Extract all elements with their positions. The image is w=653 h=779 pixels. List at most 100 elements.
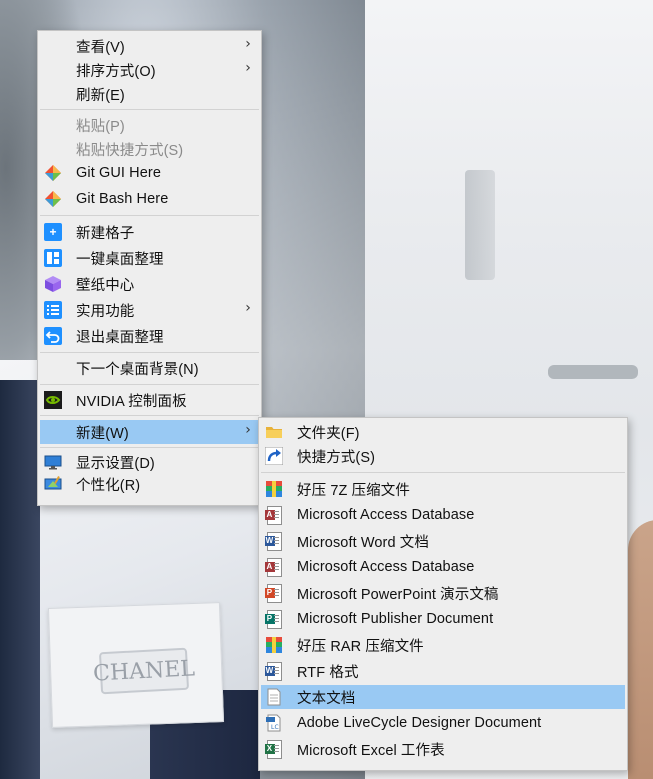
wallpaper-pocket-label: CHANEL bbox=[93, 647, 196, 695]
text-document-icon bbox=[265, 688, 283, 706]
submenu-item-label: 好压 7Z 压缩文件 bbox=[297, 482, 410, 499]
submenu-item-label: Microsoft Access Database bbox=[297, 559, 475, 575]
menu-item-new-grid[interactable]: + 新建格子 bbox=[40, 220, 259, 244]
access-icon: A bbox=[264, 557, 283, 577]
menu-item-paste[interactable]: 粘贴(P) bbox=[40, 113, 259, 137]
access-icon: A bbox=[264, 505, 283, 525]
menu-separator bbox=[40, 384, 259, 385]
menu-item-label: 新建格子 bbox=[76, 225, 135, 242]
shortcut-icon bbox=[265, 447, 283, 465]
archive-icon bbox=[265, 480, 283, 498]
plus-icon: + bbox=[44, 223, 62, 241]
menu-separator bbox=[40, 352, 259, 353]
submenu-item-label: 文本文档 bbox=[297, 690, 356, 707]
git-icon bbox=[44, 164, 62, 182]
git-icon bbox=[44, 190, 62, 208]
submenu-item-label: 好压 RAR 压缩文件 bbox=[297, 638, 424, 655]
display-icon bbox=[44, 453, 62, 471]
submenu-item-label: Microsoft Publisher Document bbox=[297, 611, 494, 627]
menu-item-next-background[interactable]: 下一个桌面背景(N) bbox=[40, 356, 259, 380]
desktop-context-menu: 查看(V) › 排序方式(O) › 刷新(E) 粘贴(P) 粘贴快捷方式(S) … bbox=[37, 30, 262, 506]
menu-item-label: Git Bash Here bbox=[76, 191, 169, 207]
submenu-item-7z-archive[interactable]: 好压 7Z 压缩文件 bbox=[261, 477, 625, 501]
menu-item-view[interactable]: 查看(V) › bbox=[40, 34, 259, 58]
wallpaper-ski-lift bbox=[465, 170, 495, 280]
menu-separator bbox=[261, 472, 625, 473]
menu-item-label: 粘贴(P) bbox=[76, 118, 125, 135]
menu-separator bbox=[40, 447, 259, 448]
menu-item-display-settings[interactable]: 显示设置(D) bbox=[40, 450, 259, 474]
menu-item-label: 粘贴快捷方式(S) bbox=[76, 142, 184, 159]
menu-item-label: 实用功能 bbox=[76, 303, 135, 320]
submenu-item-text-document[interactable]: 文本文档 bbox=[261, 685, 625, 709]
submenu-item-folder[interactable]: 文件夹(F) bbox=[261, 420, 625, 444]
menu-separator bbox=[40, 415, 259, 416]
submenu-item-rar-archive[interactable]: 好压 RAR 压缩文件 bbox=[261, 633, 625, 657]
menu-item-label: 刷新(E) bbox=[76, 87, 125, 104]
list-icon bbox=[44, 301, 62, 319]
menu-separator bbox=[40, 215, 259, 216]
wallpaper-skin bbox=[628, 520, 653, 779]
menu-item-wallpaper-center[interactable]: 壁纸中心 bbox=[40, 272, 259, 296]
submenu-item-access-db[interactable]: A Microsoft Access Database bbox=[261, 503, 625, 527]
menu-item-label: NVIDIA 控制面板 bbox=[76, 393, 187, 410]
svg-text:LC: LC bbox=[271, 724, 279, 731]
menu-item-label: 个性化(R) bbox=[76, 477, 141, 494]
menu-item-utilities[interactable]: 实用功能 › bbox=[40, 298, 259, 322]
nvidia-icon bbox=[44, 391, 62, 409]
menu-item-label: 新建(W) bbox=[76, 425, 129, 442]
menu-item-label: 显示设置(D) bbox=[76, 455, 155, 472]
personalize-icon bbox=[44, 475, 62, 493]
excel-icon: X bbox=[264, 739, 283, 759]
layout-icon bbox=[44, 249, 62, 267]
new-submenu: 文件夹(F) 快捷方式(S) 好压 7Z 压缩文件 A Microsoft Ac… bbox=[258, 417, 628, 771]
submenu-item-publisher[interactable]: P Microsoft Publisher Document bbox=[261, 607, 625, 631]
livecycle-icon: LC bbox=[265, 714, 283, 732]
menu-item-git-gui[interactable]: Git GUI Here bbox=[40, 161, 259, 185]
submenu-item-rtf[interactable]: W RTF 格式 bbox=[261, 659, 625, 683]
submenu-item-powerpoint[interactable]: P Microsoft PowerPoint 演示文稿 bbox=[261, 581, 625, 605]
wallpaper-coat-trim bbox=[0, 380, 40, 779]
menu-item-nvidia-control-panel[interactable]: NVIDIA 控制面板 bbox=[40, 388, 259, 412]
chevron-right-icon: › bbox=[245, 300, 251, 316]
submenu-item-excel[interactable]: X Microsoft Excel 工作表 bbox=[261, 737, 625, 761]
chevron-right-icon: › bbox=[245, 60, 251, 76]
menu-item-refresh[interactable]: 刷新(E) bbox=[40, 82, 259, 106]
menu-item-personalize[interactable]: 个性化(R) bbox=[40, 472, 259, 496]
menu-item-paste-shortcut[interactable]: 粘贴快捷方式(S) bbox=[40, 137, 259, 161]
menu-item-label: Git GUI Here bbox=[76, 165, 161, 181]
folder-icon bbox=[265, 423, 283, 441]
menu-item-label: 查看(V) bbox=[76, 39, 125, 56]
submenu-item-access-db-2[interactable]: A Microsoft Access Database bbox=[261, 555, 625, 579]
menu-item-exit-organize[interactable]: 退出桌面整理 bbox=[40, 324, 259, 348]
chevron-right-icon: › bbox=[245, 36, 251, 52]
menu-item-label: 排序方式(O) bbox=[76, 63, 156, 80]
exit-icon bbox=[44, 327, 62, 345]
submenu-item-label: Adobe LiveCycle Designer Document bbox=[297, 715, 542, 731]
rtf-icon: W bbox=[264, 661, 283, 681]
submenu-item-label: 文件夹(F) bbox=[297, 425, 360, 442]
menu-item-git-bash[interactable]: Git Bash Here bbox=[40, 187, 259, 211]
wallpaper-bench bbox=[548, 365, 638, 379]
submenu-item-word-doc[interactable]: W Microsoft Word 文档 bbox=[261, 529, 625, 553]
submenu-item-shortcut[interactable]: 快捷方式(S) bbox=[261, 444, 625, 468]
cube-icon bbox=[44, 275, 62, 293]
powerpoint-icon: P bbox=[264, 583, 283, 603]
menu-item-one-click-organize[interactable]: 一键桌面整理 bbox=[40, 246, 259, 270]
menu-item-label: 壁纸中心 bbox=[76, 277, 135, 294]
submenu-item-label: Microsoft Excel 工作表 bbox=[297, 742, 445, 759]
menu-item-sort-by[interactable]: 排序方式(O) › bbox=[40, 58, 259, 82]
submenu-item-livecycle[interactable]: LC Adobe LiveCycle Designer Document bbox=[261, 711, 625, 735]
submenu-item-label: RTF 格式 bbox=[297, 664, 359, 681]
menu-item-label: 一键桌面整理 bbox=[76, 251, 164, 268]
submenu-item-label: 快捷方式(S) bbox=[297, 449, 376, 466]
archive-icon bbox=[265, 636, 283, 654]
word-icon: W bbox=[264, 531, 283, 551]
chevron-right-icon: › bbox=[245, 422, 251, 438]
menu-separator bbox=[40, 109, 259, 110]
publisher-icon: P bbox=[264, 609, 283, 629]
submenu-item-label: Microsoft PowerPoint 演示文稿 bbox=[297, 586, 499, 603]
menu-item-label: 下一个桌面背景(N) bbox=[76, 361, 199, 378]
submenu-item-label: Microsoft Word 文档 bbox=[297, 534, 429, 551]
menu-item-new[interactable]: 新建(W) › bbox=[40, 420, 259, 444]
